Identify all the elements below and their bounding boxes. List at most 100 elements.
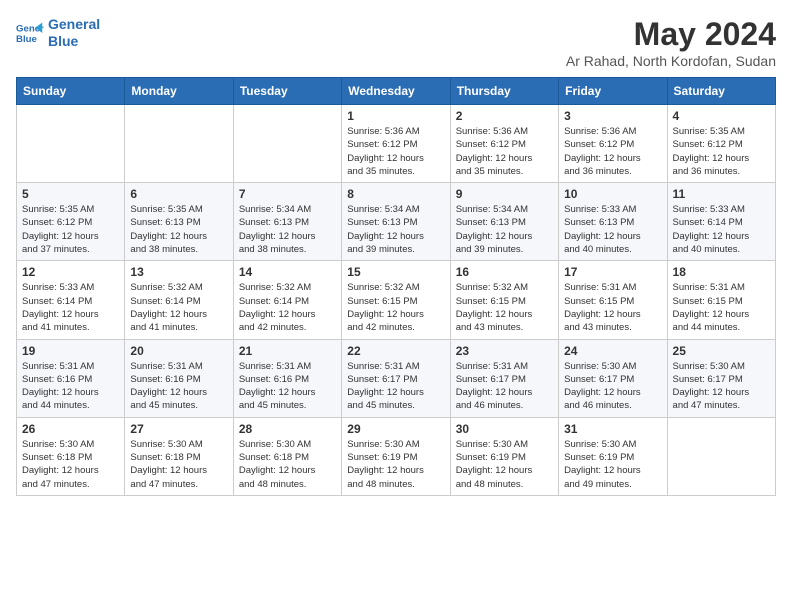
day-number: 18 [673, 265, 770, 279]
calendar-cell: 14Sunrise: 5:32 AM Sunset: 6:14 PM Dayli… [233, 261, 341, 339]
calendar-cell: 24 Sunrise: 5:30 AM Sunset: 6:17 PM Dayli… [559, 339, 667, 417]
calendar-cell: 30 Sunrise: 5:30 AM Sunset: 6:19 PM Dayli… [450, 417, 558, 495]
day-number: 25 [673, 344, 770, 358]
day-info: Sunrise: 5:34 AM Sunset: 6:13 PM Dayligh… [456, 203, 553, 256]
calendar-cell: 9 Sunrise: 5:34 AM Sunset: 6:13 PM Daylig… [450, 183, 558, 261]
calendar-cell [125, 105, 233, 183]
day-info: Sunrise: 5:30 AM Sunset: 6:19 PM Dayligh… [456, 438, 553, 491]
day-number: 12 [22, 265, 119, 279]
day-number: 30 [456, 422, 553, 436]
day-info: Sunrise: 5:35 AM Sunset: 6:12 PM Dayligh… [673, 125, 770, 178]
calendar-cell: 13Sunrise: 5:32 AM Sunset: 6:14 PM Dayli… [125, 261, 233, 339]
day-number: 11 [673, 187, 770, 201]
calendar-cell: 29 Sunrise: 5:30 AM Sunset: 6:19 PM Dayli… [342, 417, 450, 495]
calendar-cell: 7 Sunrise: 5:34 AM Sunset: 6:13 PM Daylig… [233, 183, 341, 261]
day-info: Sunrise: 5:32 AM Sunset: 6:14 PM Dayligh… [130, 281, 227, 334]
calendar-cell: 18 Sunrise: 5:31 AM Sunset: 6:15 PM Dayli… [667, 261, 775, 339]
calendar-cell: 11 Sunrise: 5:33 AM Sunset: 6:14 PM Dayli… [667, 183, 775, 261]
day-info: Sunrise: 5:35 AM Sunset: 6:13 PM Dayligh… [130, 203, 227, 256]
location: Ar Rahad, North Kordofan, Sudan [566, 53, 776, 69]
title-block: May 2024 Ar Rahad, North Kordofan, Sudan [566, 16, 776, 69]
calendar-cell: 28Sunrise: 5:30 AM Sunset: 6:18 PM Dayli… [233, 417, 341, 495]
calendar-cell: 1 Sunrise: 5:36 AM Sunset: 6:12 PM Daylig… [342, 105, 450, 183]
day-info: Sunrise: 5:31 AM Sunset: 6:16 PM Dayligh… [130, 360, 227, 413]
col-header-saturday: Saturday [667, 78, 775, 105]
day-number: 1 [347, 109, 444, 123]
day-number: 5 [22, 187, 119, 201]
calendar-cell: 25Sunrise: 5:30 AM Sunset: 6:17 PM Dayli… [667, 339, 775, 417]
day-info: Sunrise: 5:30 AM Sunset: 6:17 PM Dayligh… [564, 360, 661, 413]
svg-text:Blue: Blue [16, 34, 37, 45]
day-number: 10 [564, 187, 661, 201]
calendar-cell [17, 105, 125, 183]
day-number: 3 [564, 109, 661, 123]
calendar-cell: 8 Sunrise: 5:34 AM Sunset: 6:13 PM Daylig… [342, 183, 450, 261]
day-info: Sunrise: 5:30 AM Sunset: 6:18 PM Dayligh… [22, 438, 119, 491]
calendar-cell: 2Sunrise: 5:36 AM Sunset: 6:12 PM Daylig… [450, 105, 558, 183]
day-info: Sunrise: 5:30 AM Sunset: 6:18 PM Dayligh… [130, 438, 227, 491]
day-info: Sunrise: 5:30 AM Sunset: 6:19 PM Dayligh… [347, 438, 444, 491]
calendar-cell: 10 Sunrise: 5:33 AM Sunset: 6:13 PM Dayli… [559, 183, 667, 261]
day-info: Sunrise: 5:30 AM Sunset: 6:19 PM Dayligh… [564, 438, 661, 491]
calendar-cell: 12Sunrise: 5:33 AM Sunset: 6:14 PM Dayli… [17, 261, 125, 339]
calendar-week-row: 19 Sunrise: 5:31 AM Sunset: 6:16 PM Dayli… [17, 339, 776, 417]
col-header-wednesday: Wednesday [342, 78, 450, 105]
day-number: 24 [564, 344, 661, 358]
day-number: 7 [239, 187, 336, 201]
calendar-cell: 16 Sunrise: 5:32 AM Sunset: 6:15 PM Dayli… [450, 261, 558, 339]
day-info: Sunrise: 5:36 AM Sunset: 6:12 PM Dayligh… [564, 125, 661, 178]
calendar-cell: 20Sunrise: 5:31 AM Sunset: 6:16 PM Dayli… [125, 339, 233, 417]
day-info: Sunrise: 5:31 AM Sunset: 6:16 PM Dayligh… [22, 360, 119, 413]
calendar-cell: 17Sunrise: 5:31 AM Sunset: 6:15 PM Dayli… [559, 261, 667, 339]
calendar-cell: 23 Sunrise: 5:31 AM Sunset: 6:17 PM Dayli… [450, 339, 558, 417]
logo: General Blue GeneralBlue [16, 16, 100, 50]
day-number: 4 [673, 109, 770, 123]
day-number: 26 [22, 422, 119, 436]
day-info: Sunrise: 5:31 AM Sunset: 6:15 PM Dayligh… [673, 281, 770, 334]
day-info: Sunrise: 5:32 AM Sunset: 6:15 PM Dayligh… [456, 281, 553, 334]
day-number: 8 [347, 187, 444, 201]
calendar-week-row: 1 Sunrise: 5:36 AM Sunset: 6:12 PM Daylig… [17, 105, 776, 183]
calendar-week-row: 12Sunrise: 5:33 AM Sunset: 6:14 PM Dayli… [17, 261, 776, 339]
calendar-week-row: 5 Sunrise: 5:35 AM Sunset: 6:12 PM Daylig… [17, 183, 776, 261]
calendar-cell: 21 Sunrise: 5:31 AM Sunset: 6:16 PM Dayli… [233, 339, 341, 417]
calendar-cell: 22Sunrise: 5:31 AM Sunset: 6:17 PM Dayli… [342, 339, 450, 417]
day-info: Sunrise: 5:31 AM Sunset: 6:17 PM Dayligh… [347, 360, 444, 413]
day-info: Sunrise: 5:33 AM Sunset: 6:14 PM Dayligh… [673, 203, 770, 256]
day-number: 9 [456, 187, 553, 201]
day-number: 21 [239, 344, 336, 358]
calendar-week-row: 26 Sunrise: 5:30 AM Sunset: 6:18 PM Dayli… [17, 417, 776, 495]
day-number: 27 [130, 422, 227, 436]
day-number: 16 [456, 265, 553, 279]
day-number: 6 [130, 187, 227, 201]
day-number: 23 [456, 344, 553, 358]
calendar-cell [667, 417, 775, 495]
day-info: Sunrise: 5:33 AM Sunset: 6:13 PM Dayligh… [564, 203, 661, 256]
calendar-cell: 15Sunrise: 5:32 AM Sunset: 6:15 PM Dayli… [342, 261, 450, 339]
calendar-header-row: SundayMondayTuesdayWednesdayThursdayFrid… [17, 78, 776, 105]
day-info: Sunrise: 5:31 AM Sunset: 6:16 PM Dayligh… [239, 360, 336, 413]
day-info: Sunrise: 5:30 AM Sunset: 6:18 PM Dayligh… [239, 438, 336, 491]
col-header-friday: Friday [559, 78, 667, 105]
col-header-tuesday: Tuesday [233, 78, 341, 105]
day-info: Sunrise: 5:35 AM Sunset: 6:12 PM Dayligh… [22, 203, 119, 256]
calendar: SundayMondayTuesdayWednesdayThursdayFrid… [16, 77, 776, 496]
calendar-cell: 3 Sunrise: 5:36 AM Sunset: 6:12 PM Daylig… [559, 105, 667, 183]
day-info: Sunrise: 5:34 AM Sunset: 6:13 PM Dayligh… [239, 203, 336, 256]
col-header-thursday: Thursday [450, 78, 558, 105]
calendar-cell: 5 Sunrise: 5:35 AM Sunset: 6:12 PM Daylig… [17, 183, 125, 261]
day-number: 29 [347, 422, 444, 436]
calendar-cell: 19 Sunrise: 5:31 AM Sunset: 6:16 PM Dayli… [17, 339, 125, 417]
day-info: Sunrise: 5:31 AM Sunset: 6:17 PM Dayligh… [456, 360, 553, 413]
day-number: 19 [22, 344, 119, 358]
day-info: Sunrise: 5:34 AM Sunset: 6:13 PM Dayligh… [347, 203, 444, 256]
day-info: Sunrise: 5:36 AM Sunset: 6:12 PM Dayligh… [347, 125, 444, 178]
col-header-monday: Monday [125, 78, 233, 105]
logo-icon: General Blue [16, 19, 44, 47]
calendar-cell [233, 105, 341, 183]
month-title: May 2024 [566, 16, 776, 53]
page-header: General Blue GeneralBlue May 2024 Ar Rah… [16, 16, 776, 69]
calendar-cell: 4 Sunrise: 5:35 AM Sunset: 6:12 PM Daylig… [667, 105, 775, 183]
day-number: 15 [347, 265, 444, 279]
logo-text: GeneralBlue [48, 16, 100, 50]
